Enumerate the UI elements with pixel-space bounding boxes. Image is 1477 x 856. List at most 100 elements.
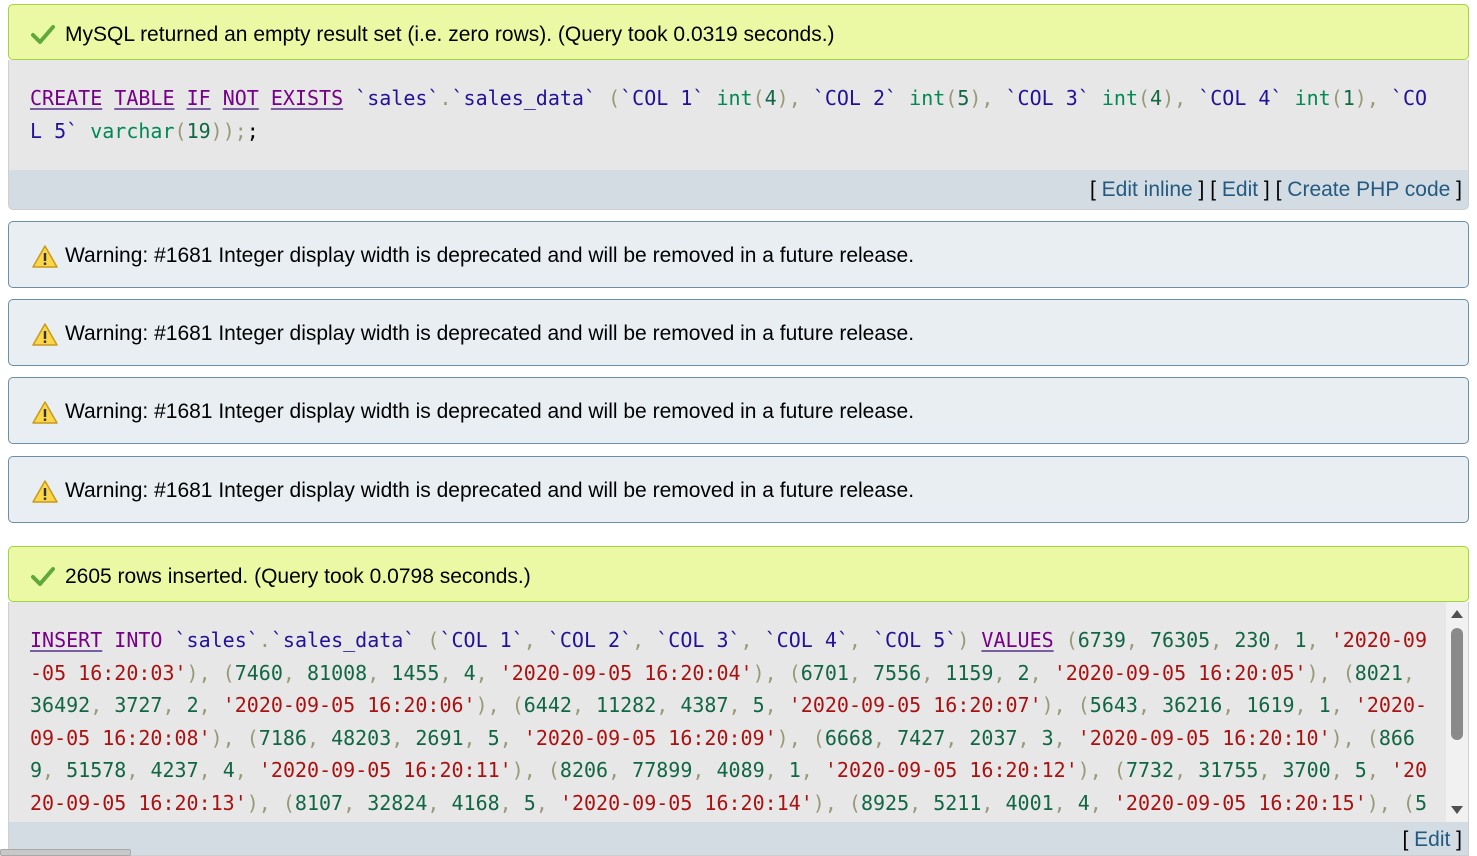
create-php-code-link[interactable]: Create PHP code (1287, 178, 1450, 201)
warning-message: Warning: #1681 Integer display width is … (8, 377, 1469, 444)
sql-value: '2020-09-05 16:20:05' (1053, 660, 1307, 685)
sql-value: 36492 (30, 693, 91, 717)
sql-token: , (1053, 790, 1078, 815)
sql-token: ), (1354, 86, 1379, 110)
sql-value: 5 (523, 790, 536, 815)
sql-value: 8206 (559, 758, 609, 782)
horizontal-scrollbar[interactable] (0, 849, 131, 856)
sql-value: '2020-09-05 16:20:04' (499, 660, 753, 685)
sql-token: ( (427, 628, 440, 652)
sql-value: '2020-09-05 16:20:07' (788, 693, 1042, 717)
sql-value: '2020-09-05 16:20:11' (258, 758, 512, 782)
sql-value: 1159 (945, 660, 994, 685)
sql-token: varchar (90, 118, 175, 143)
sql-value: 6442 (523, 693, 572, 717)
sql-token: ), (475, 693, 512, 717)
sql-token: , (499, 790, 524, 815)
sql-query-insert[interactable]: INSERT INTO `sales`.`sales_data` (`COL 1… (8, 602, 1469, 822)
sql-token: IF (186, 86, 211, 110)
sql-token: `sales` (174, 628, 259, 652)
edit-link[interactable]: Edit (1414, 828, 1450, 851)
sql-token: ( (1366, 725, 1379, 750)
sql-token: , (343, 790, 368, 815)
sql-value: '2020-09-05 16:20:14' (559, 790, 813, 815)
sql-value: 3727 (114, 693, 163, 717)
scroll-up-icon[interactable] (1450, 608, 1464, 620)
sql-value: 3700 (1282, 758, 1331, 782)
sql-token: ( (547, 758, 560, 782)
sql-token: `COL 4` (1198, 86, 1283, 110)
sql-token: . (258, 628, 271, 652)
sql-token: , (427, 790, 452, 815)
warning-text: Warning: #1681 Integer display width is … (65, 400, 915, 423)
sql-token: , (993, 660, 1018, 685)
sql-token: ( (812, 725, 825, 750)
sql-value: 3 (1041, 725, 1054, 750)
sql-value: 7186 (258, 725, 307, 750)
sql-token: ), (752, 660, 789, 685)
warning-text: Warning: #1681 Integer display width is … (65, 322, 915, 345)
warning-message: Warning: #1681 Integer display width is … (8, 221, 1469, 288)
sql-token: 19 (186, 118, 211, 143)
sql-token: , (234, 758, 259, 782)
edit-inline-link[interactable]: Edit inline (1102, 178, 1193, 201)
sql-token: , (873, 725, 898, 750)
sql-token: `sales_data` (270, 628, 416, 652)
sql-token: ( (1137, 86, 1151, 110)
sql-token: , (740, 628, 765, 652)
sql-token: , (909, 790, 934, 815)
sql-token: ( (945, 86, 958, 110)
sql-value: 1 (788, 758, 801, 782)
sql-token: , (632, 628, 657, 652)
sql-value: 1 (1318, 693, 1331, 717)
warning-icon (32, 401, 58, 424)
scroll-thumb[interactable] (1451, 628, 1463, 740)
sql-token: `COL 2` (812, 86, 898, 110)
query-toolbar: [ Edit inline ] [ Edit ] [ Create PHP co… (8, 170, 1469, 210)
sql-token: `COL 5` (873, 628, 958, 652)
sql-value: 77899 (632, 758, 693, 782)
sql-token: , (282, 660, 307, 685)
vertical-scrollbar[interactable] (1446, 602, 1468, 822)
sql-token: ), (1366, 790, 1403, 815)
sql-token: ), (969, 86, 994, 110)
sql-token: , (198, 693, 223, 717)
sql-token: , (535, 790, 560, 815)
sql-query-create: CREATE TABLE IF NOT EXISTS `sales`.`sale… (8, 60, 1469, 170)
sql-token: 4 (1150, 86, 1163, 110)
sql-value: 6668 (824, 725, 873, 750)
sql-token: , (42, 758, 67, 782)
sql-value: 4 (222, 758, 235, 782)
sql-token: , (692, 758, 717, 782)
sql-token: ), (186, 660, 223, 685)
sql-token: , (1258, 758, 1283, 782)
sql-token: , (306, 725, 332, 750)
sql-value: 5 (1354, 758, 1367, 782)
sql-token: , (1125, 628, 1151, 652)
sql-token: int (1294, 86, 1331, 110)
scroll-down-icon[interactable] (1450, 804, 1464, 816)
sql-value: 7427 (897, 725, 946, 750)
sql-token: ( (174, 118, 187, 143)
sql-code-create: CREATE TABLE IF NOT EXISTS `sales`.`sale… (30, 82, 1436, 147)
sql-value: 4001 (1005, 790, 1054, 815)
success-message-insert: 2605 rows inserted. (Query took 0.0798 s… (8, 546, 1469, 602)
sql-token: ), (1306, 660, 1343, 685)
sql-token: ( (1330, 86, 1343, 110)
sql-token: `COL 2` (547, 628, 633, 652)
edit-link[interactable]: Edit (1222, 178, 1258, 201)
sql-token: ( (1077, 693, 1090, 717)
sql-token: , (162, 693, 187, 717)
sql-token: , (367, 660, 392, 685)
sql-token: , (1270, 628, 1295, 652)
sql-token: ), (511, 758, 548, 782)
query-toolbar-insert: [ Edit ] (8, 822, 1469, 856)
sql-value: '2020-09-05 16:20:09' (523, 725, 777, 750)
